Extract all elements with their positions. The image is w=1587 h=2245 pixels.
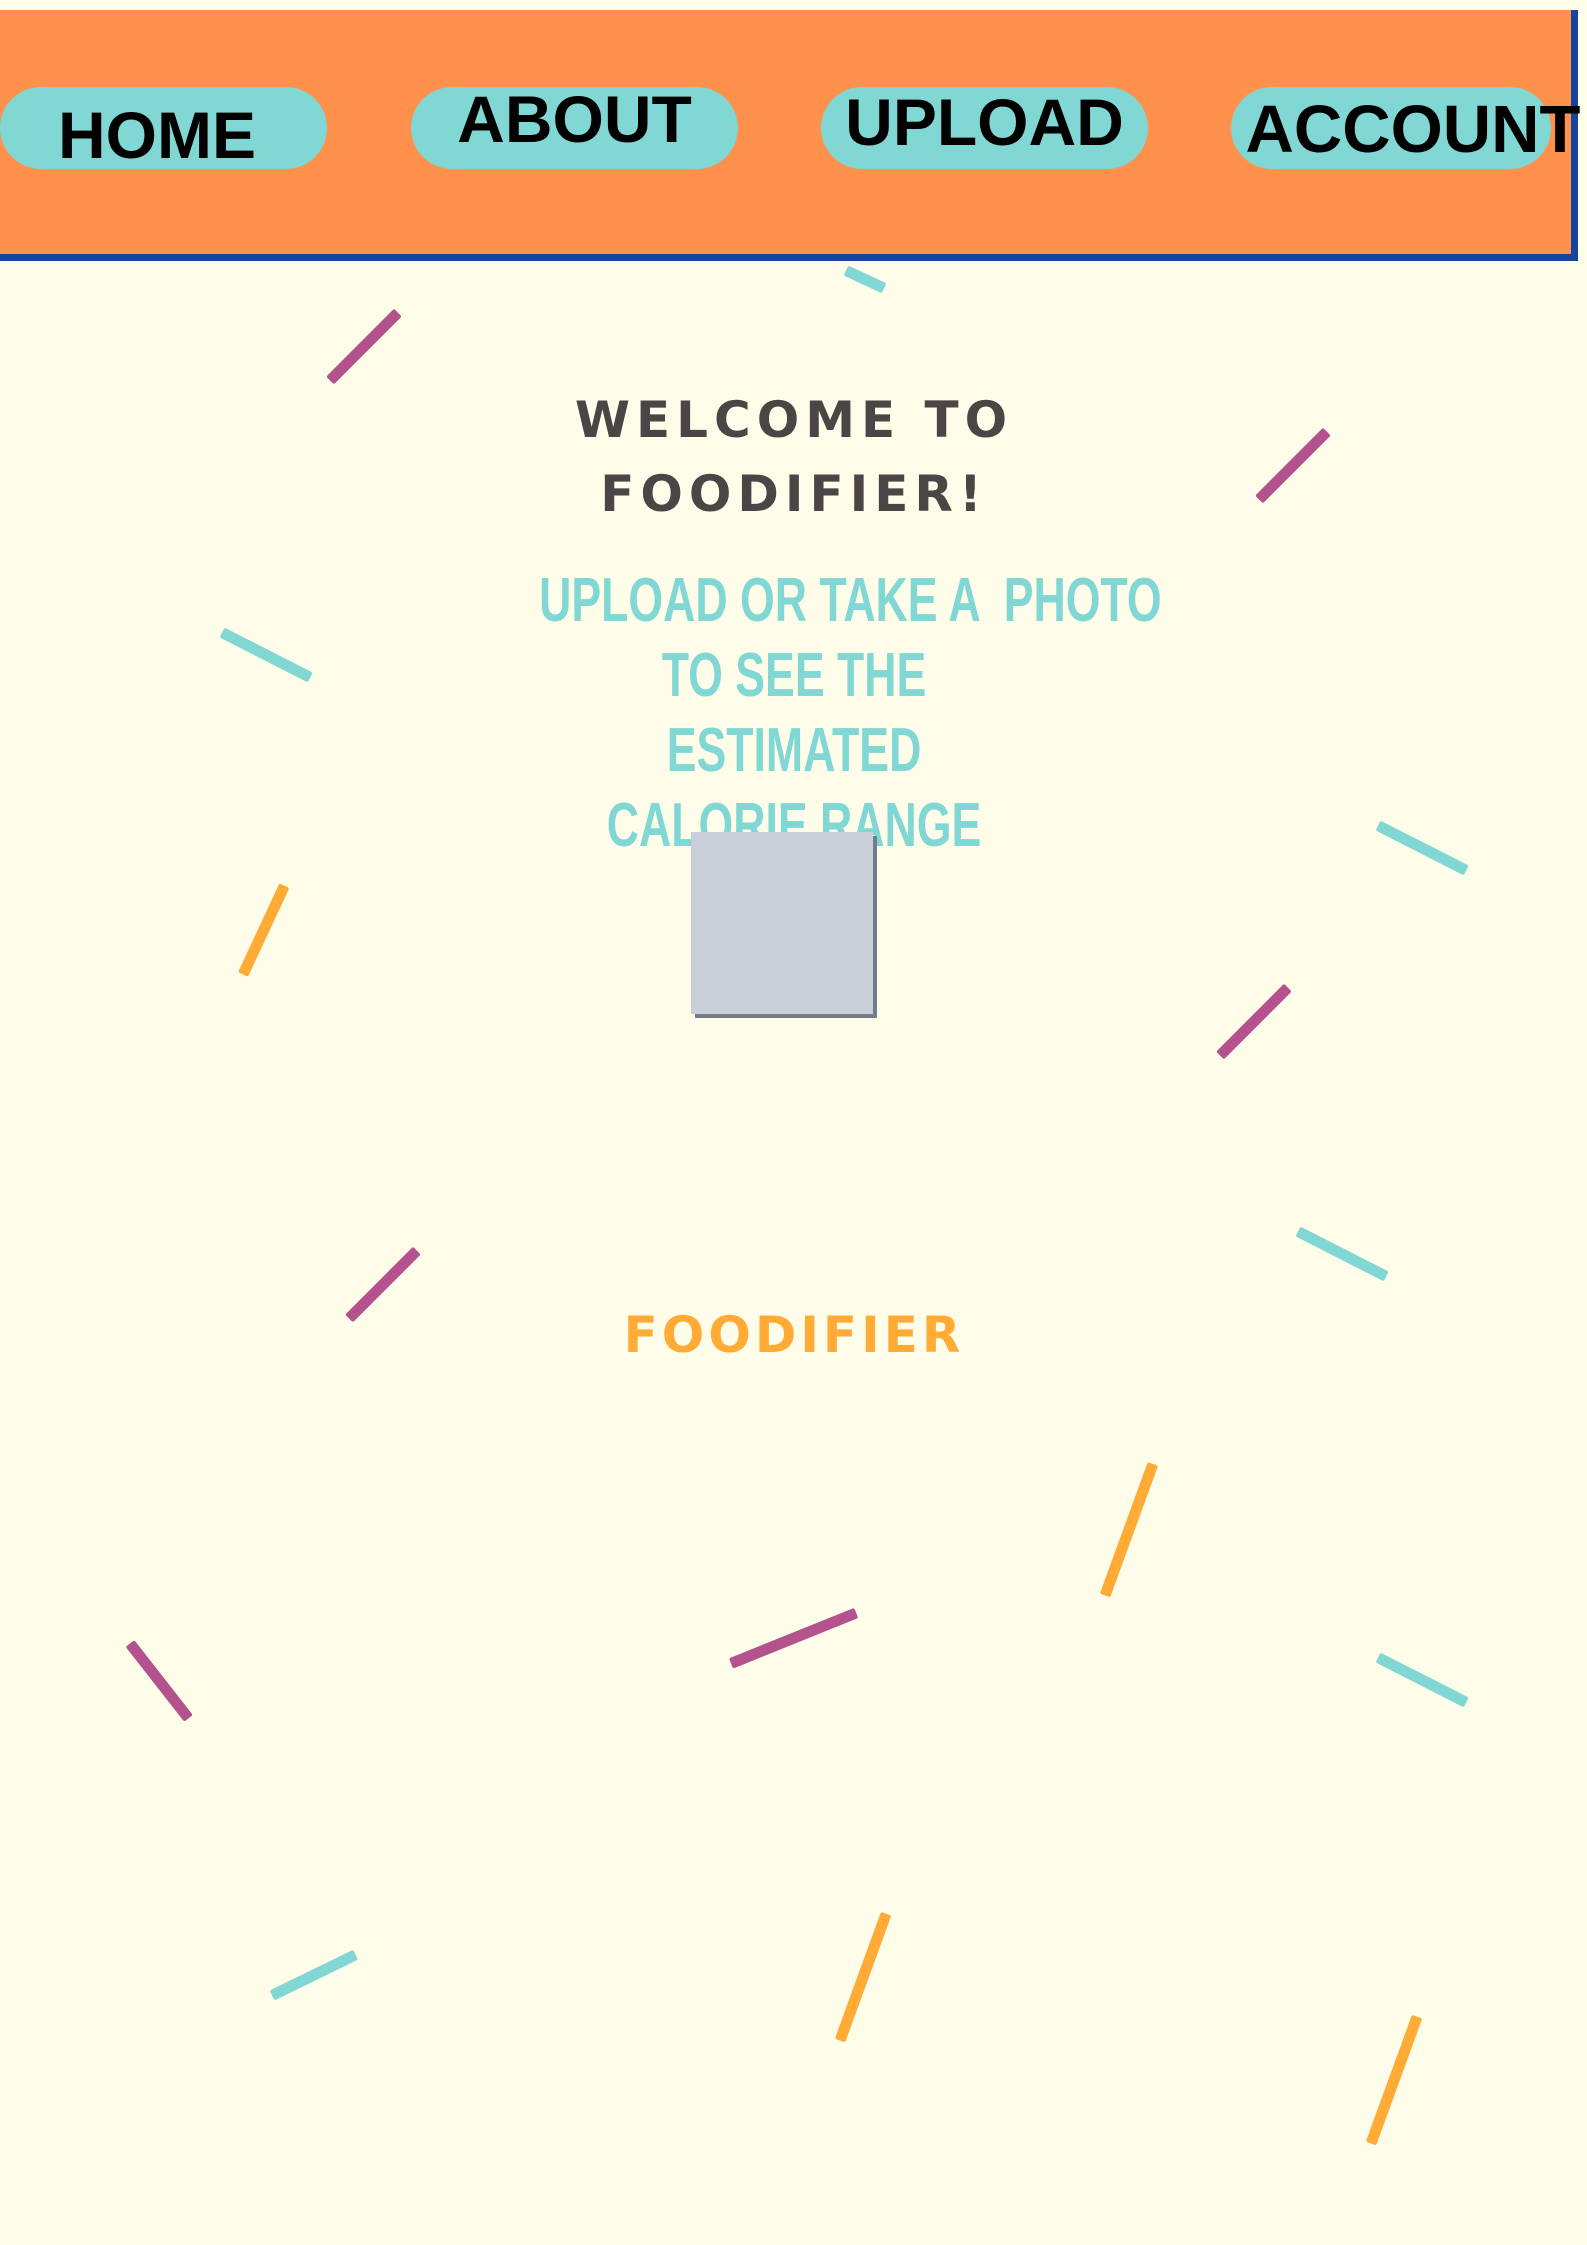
nav-account-label: ACCOUNT — [1245, 92, 1581, 167]
confetti-stripe — [1375, 1652, 1469, 1708]
confetti-stripe — [1365, 2014, 1423, 2146]
confetti-stripe — [1295, 1226, 1389, 1282]
photo-upload-placeholder[interactable] — [691, 832, 873, 1014]
confetti-stripe — [728, 1607, 859, 1669]
confetti-stripe — [1375, 820, 1469, 876]
nav-about-button[interactable]: ABOUT — [411, 82, 738, 169]
nav-home-button[interactable]: HOME — [0, 87, 327, 172]
confetti-stripe — [238, 883, 290, 977]
confetti-stripe — [125, 1640, 193, 1722]
confetti-stripe — [219, 627, 313, 683]
confetti-stripe — [269, 1949, 358, 2001]
nav-about-label: ABOUT — [457, 82, 692, 156]
confetti-stripe — [326, 308, 402, 385]
confetti-stripe — [345, 1246, 421, 1323]
nav-upload-button[interactable]: UPLOAD — [821, 85, 1148, 169]
confetti-stripe — [1216, 983, 1292, 1060]
welcome-line-2: FOODIFIER! — [600, 465, 988, 523]
welcome-heading: WELCOME TO FOODIFIER! — [390, 383, 1198, 531]
confetti-stripe — [843, 265, 887, 294]
upload-instructions: UPLOAD OR TAKE A PHOTO TO SEE THE ESTIMA… — [539, 563, 1162, 863]
instructions-line-2: TO SEE THE ESTIMATED — [661, 641, 927, 785]
nav-home-label: HOME — [58, 98, 256, 172]
welcome-line-1: WELCOME TO — [574, 391, 1014, 449]
confetti-stripe — [834, 1911, 892, 2043]
instructions-line-1: UPLOAD OR TAKE A PHOTO — [539, 566, 1162, 635]
brand-name: FOODIFIER — [623, 1306, 965, 1364]
nav-upload-label: UPLOAD — [845, 85, 1124, 159]
nav-account-button[interactable]: ACCOUNT — [1231, 87, 1580, 169]
confetti-stripe — [1099, 1462, 1159, 1598]
top-navbar: HOME ABOUT UPLOAD ACCOUNT — [0, 10, 1580, 261]
confetti-stripe — [1255, 427, 1331, 504]
